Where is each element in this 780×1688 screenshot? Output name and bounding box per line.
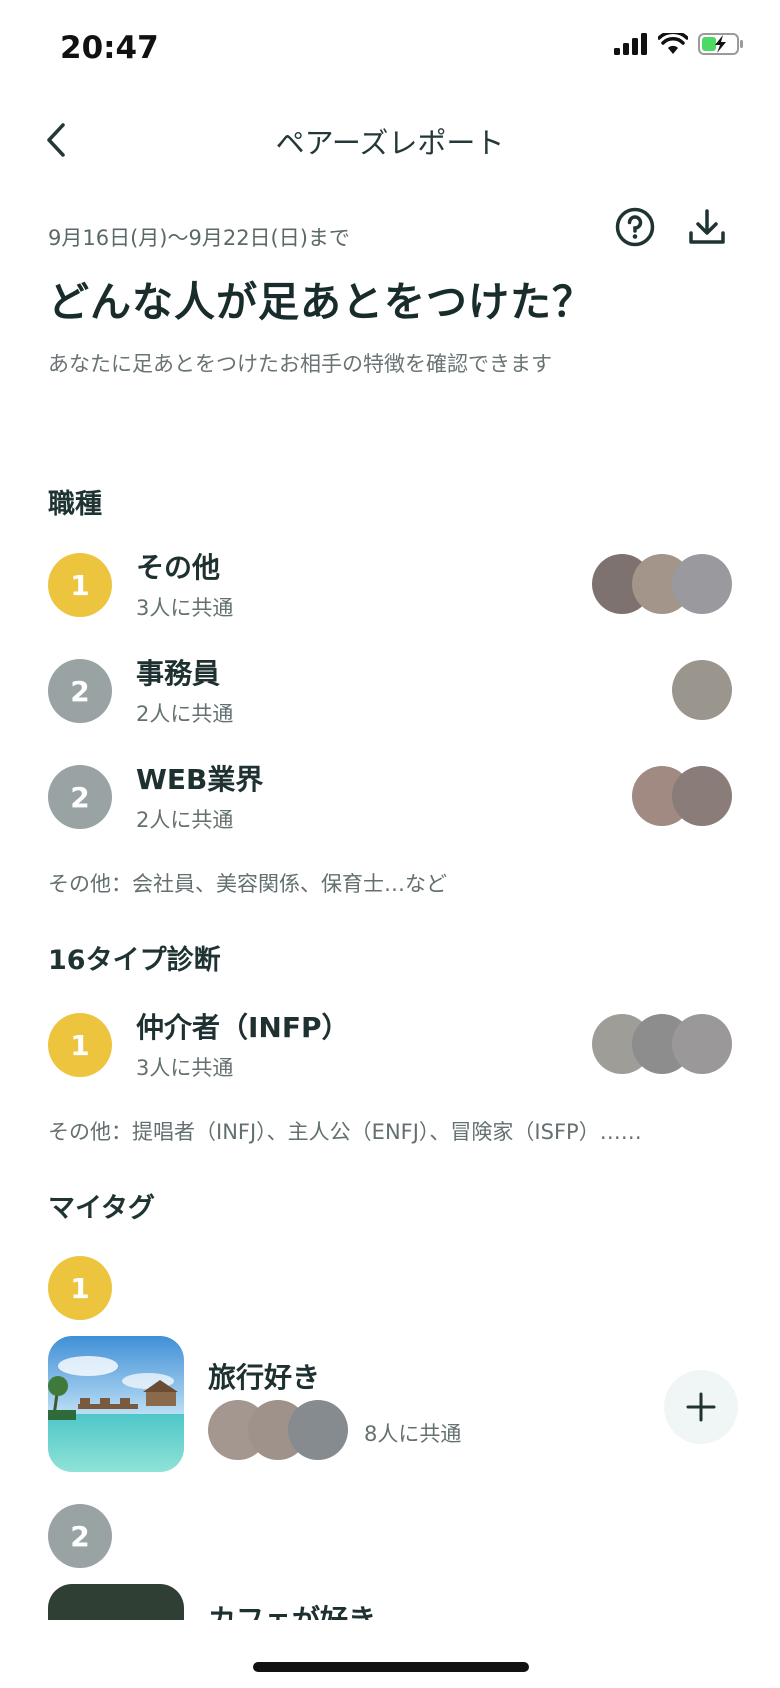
rank-badge: 1 [48,553,112,617]
avatar [672,766,732,826]
page-headline: どんな人が足あとをつけた？ [48,278,594,326]
section-title-mbti: 16タイプ診断 [48,945,221,976]
avatar [672,1014,732,1074]
tag-image-travel [48,1336,184,1472]
help-button[interactable] [612,204,658,250]
nav-bar: ペアーズレポート [0,110,780,170]
mbti-row[interactable]: 1 仲介者（INFP） 3人に共通 [48,1004,732,1084]
occupation-others: その他：会社員、美容関係、保育士…など [48,872,447,896]
battery-icon [698,33,743,55]
mbti-others: その他：提唱者（INFJ）、主人公（ENFJ）、冒険家（ISFP）…… [48,1120,642,1144]
occupation-count: 3人に共通 [136,596,234,620]
download-button[interactable] [684,204,730,250]
avatar [288,1400,348,1460]
rank-badge: 2 [48,659,112,723]
avatar-group [592,554,732,614]
tag-name: カフェが好き [208,1603,377,1620]
occupation-row[interactable]: 1 その他 3人に共通 [48,544,732,624]
rank-badge: 1 [48,1256,112,1320]
tag-image-cafe [48,1584,184,1620]
mbti-count: 3人に共通 [136,1056,234,1080]
tag-name: 旅行好き [208,1361,321,1394]
rank-badge: 1 [48,1013,112,1077]
occupation-count: 2人に共通 [136,702,234,726]
status-icons [614,32,744,56]
report-period: 9月16日(月)〜9月22日(日)まで [48,226,350,250]
section-title-mytag: マイタグ [48,1193,155,1224]
signal-icon [614,33,647,55]
status-time: 20:47 [60,30,159,66]
mbti-name: 仲介者（INFP） [136,1011,350,1044]
avatar [672,554,732,614]
avatar-group [592,1014,732,1074]
plus-icon [686,1392,716,1422]
nav-title: ペアーズレポート [275,126,505,160]
tag-count: 8人に共通 [364,1422,462,1446]
header-actions [612,204,730,250]
page-subtitle: あなたに足あとをつけたお相手の特徴を確認できます [48,352,552,376]
rank-badge: 2 [48,765,112,829]
mytag-card-clipped[interactable]: カフェが好き [48,1584,748,1620]
occupation-name: その他 [136,551,221,584]
section-title-occupation: 職種 [48,489,102,520]
avatar-group [672,660,732,720]
add-tag-button[interactable] [664,1370,738,1444]
home-indicator [253,1662,529,1672]
occupation-count: 2人に共通 [136,808,234,832]
occupation-row[interactable]: 2 事務員 2人に共通 [48,650,732,730]
help-icon [615,207,655,247]
download-icon [689,209,725,244]
rank-badge: 2 [48,1504,112,1568]
occupation-row[interactable]: 2 WEB業界 2人に共通 [48,756,732,836]
avatar [672,660,732,720]
avatar-group [632,766,732,826]
occupation-name: WEB業界 [136,763,264,796]
status-bar: 20:47 [0,0,780,100]
mytag-card[interactable]: 旅行好き 8人に共通 [48,1336,738,1476]
avatar-group [208,1400,348,1460]
occupation-name: 事務員 [136,657,221,690]
wifi-icon [658,33,688,54]
